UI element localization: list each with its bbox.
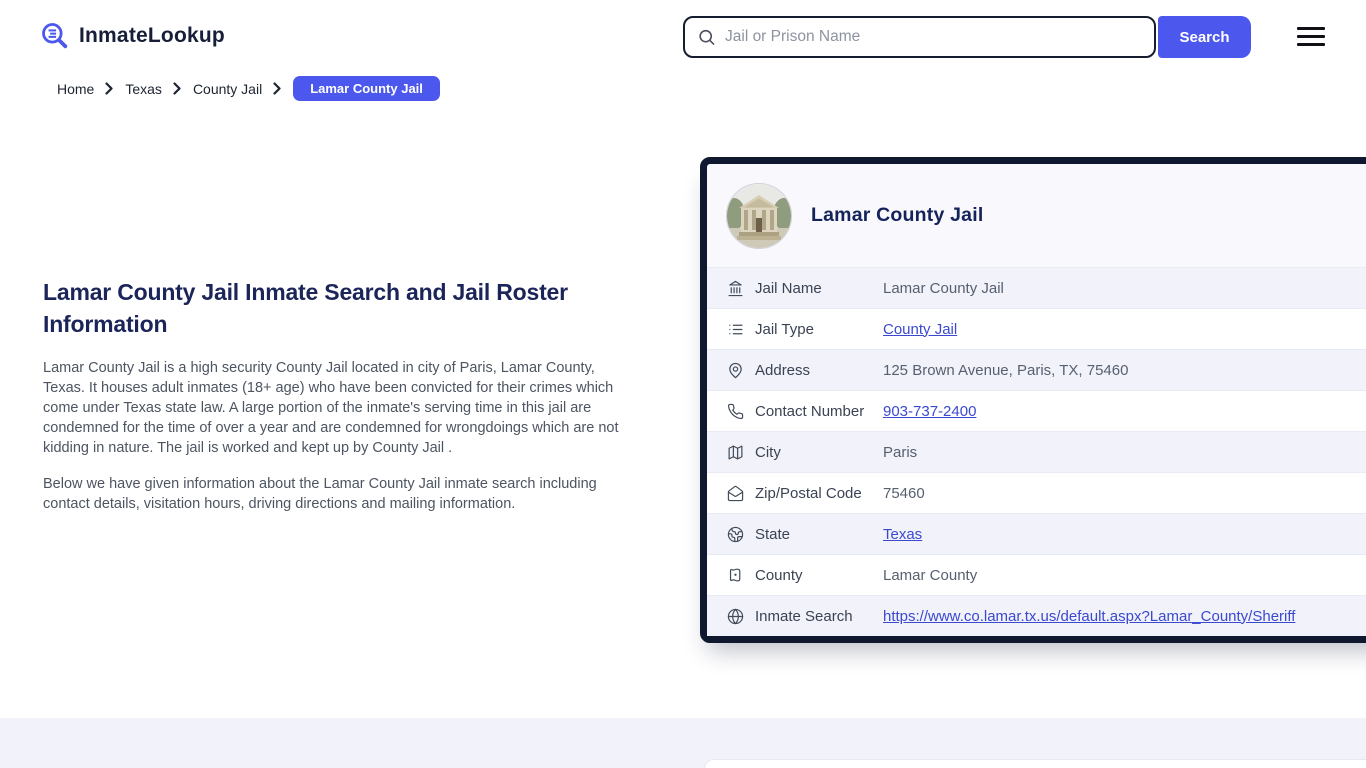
map-pin-icon [727,362,744,379]
globe-icon [727,608,744,625]
row-label: Address [755,361,811,379]
jail-card-title: Lamar County Jail [811,204,984,226]
search-input-wrap [683,16,1156,58]
row-value: 75460 [883,484,925,502]
intro-paragraph: Lamar County Jail is a high security Cou… [43,360,619,456]
brand-name: InmateLookup [79,24,225,47]
breadcrumb-link-texas[interactable]: Texas [125,81,162,97]
row-label: Zip/Postal Code [755,484,862,502]
jail-photo [726,182,792,249]
jail-info-row: Zip/Postal Code 75460 [707,472,1366,513]
chevron-right-icon [105,82,114,95]
search-input[interactable] [685,17,1154,57]
article: Lamar County Jail Inmate Search and Jail… [43,276,635,530]
row-value: 125 Brown Avenue, Paris, TX, 75460 [883,361,1129,379]
row-label: Inmate Search [755,607,853,625]
breadcrumb-link-home[interactable]: Home [57,81,94,97]
search-button[interactable]: Search [1158,16,1251,58]
badge-map-icon [727,567,744,584]
row-link[interactable]: County Jail [883,321,957,338]
next-card-top [704,759,1366,768]
row-link[interactable]: https://www.co.lamar.tx.us/default.aspx?… [883,608,1295,625]
phone-icon [727,403,744,420]
search-icon [697,28,716,47]
row-value: Paris [883,443,918,461]
jail-info-card: Lamar County Jail Jail Name Lamar County… [700,157,1366,643]
row-link[interactable]: 903-737-2400 [883,403,976,420]
mail-open-icon [727,485,744,502]
jail-info-row: Jail Type County Jail [707,308,1366,349]
row-label: State [755,525,791,543]
jail-info-row: State Texas [707,513,1366,554]
chevron-right-icon [173,82,182,95]
chevron-right-icon [273,82,282,95]
row-label: Jail Type [755,320,814,338]
row-label: County [755,566,803,584]
jail-info-row: Address 125 Brown Avenue, Paris, TX, 754… [707,349,1366,390]
row-label: Contact Number [755,402,865,420]
breadcrumb-current-badge: Lamar County Jail [293,76,440,101]
row-value: Lamar County [883,566,978,584]
jail-info-rows: Jail Name Lamar County Jail Jail Type Co… [707,267,1366,636]
jail-info-row: Contact Number 903-737-2400 [707,390,1366,431]
row-label: City [755,443,781,461]
row-value: Lamar County Jail [883,279,1004,297]
landmark-icon [727,280,744,297]
magnifier-logo-icon [40,21,70,51]
map-icon [727,444,744,461]
jail-info-row: Inmate Search https://www.co.lamar.tx.us… [707,595,1366,636]
jail-info-row: County Lamar County [707,554,1366,595]
row-label: Jail Name [755,279,822,297]
search-bar: Search [683,16,1251,58]
row-link[interactable]: Texas [883,526,922,543]
secondary-paragraph: Below we have given information about th… [43,476,597,512]
jail-info-row: City Paris [707,431,1366,472]
hamburger-menu-icon[interactable] [1297,27,1325,46]
list-icon [727,321,744,338]
page-title: Lamar County Jail Inmate Search and Jail… [43,279,568,337]
jail-card-header: Lamar County Jail [707,164,1366,267]
breadcrumb: Home Texas County Jail Lamar County Jail [57,76,440,101]
globe2-icon [727,526,744,543]
breadcrumb-link-county-jail[interactable]: County Jail [193,81,262,97]
brand-logo[interactable]: InmateLookup [40,21,225,51]
next-section-band [0,718,1366,768]
jail-info-row: Jail Name Lamar County Jail [707,267,1366,308]
